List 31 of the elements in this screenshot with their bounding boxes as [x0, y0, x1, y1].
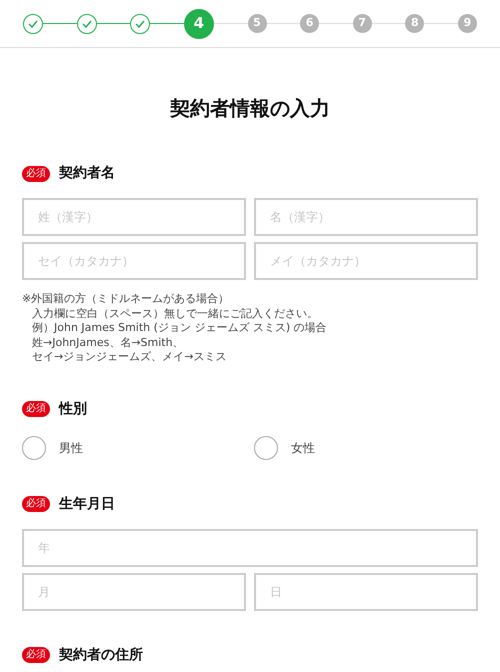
- text-field[interactable]: セイ（カタカナ）: [22, 242, 246, 280]
- text-field[interactable]: 名（漢字）: [254, 198, 478, 236]
- step-number: 7: [352, 14, 372, 33]
- step-number: 5: [248, 14, 266, 33]
- text-field[interactable]: 日: [254, 572, 478, 610]
- text-field[interactable]: 年: [22, 528, 478, 566]
- page-title: 契約者情報の入力: [168, 95, 331, 122]
- required-badge: 必須: [22, 401, 50, 417]
- radio-label: 男性: [59, 440, 83, 456]
- radio-button[interactable]: [254, 436, 278, 460]
- radio-button[interactable]: [22, 436, 46, 460]
- current-step: 4: [184, 8, 214, 38]
- note-text: 姓→JohnJames、名→Smith、: [31, 336, 185, 350]
- section-heading: 性別: [59, 400, 87, 418]
- text-field[interactable]: 姓（漢字）: [22, 198, 246, 236]
- required-badge: 必須: [22, 647, 50, 663]
- section-heading: 生年月日: [59, 494, 115, 514]
- note-text: 入力欄に空白（スペース）無しで一緒にご記入ください。: [31, 306, 319, 321]
- note-text: セイ→ジョンジェームズ、メイ→スミス: [31, 350, 228, 364]
- step-number: 9: [458, 14, 477, 33]
- note-text: ※外国籍の方（ミドルネームがある場合）: [22, 292, 230, 306]
- step-number: 8: [405, 14, 424, 33]
- text-field[interactable]: メイ（カタカナ）: [254, 242, 478, 280]
- section-heading: 契約者名: [59, 164, 115, 183]
- note-text: 例）John James Smith (ジョン ジェームズ スミス) の場合: [31, 321, 328, 336]
- required-badge: 必須: [22, 166, 50, 182]
- section-heading: 契約者の住所: [59, 646, 143, 664]
- required-badge: 必須: [22, 496, 50, 512]
- step-number: 6: [300, 14, 320, 33]
- text-field[interactable]: 月: [22, 572, 246, 610]
- radio-label: 女性: [291, 440, 315, 456]
